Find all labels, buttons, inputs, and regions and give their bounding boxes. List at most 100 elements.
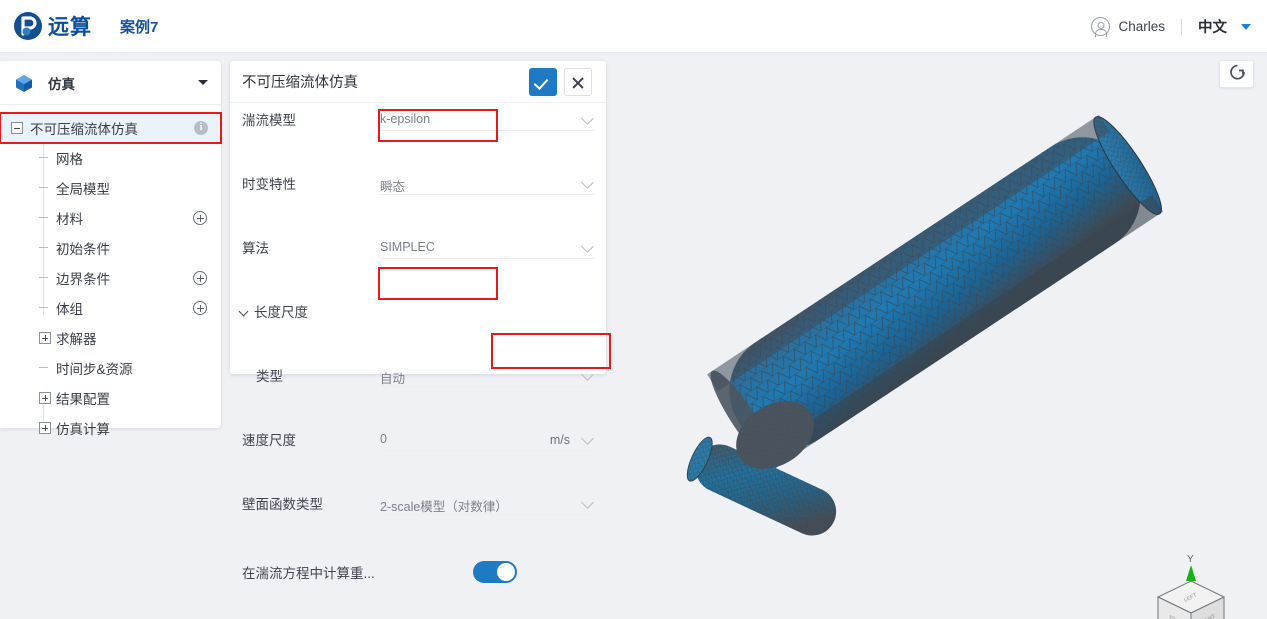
sidebar-item-label: 材料 [56,212,83,227]
field-label: 时变特性 [242,177,296,192]
expand-plus-icon[interactable] [39,332,51,344]
tree-header-label: 仿真 [48,76,75,92]
tree-branch-icon [39,217,48,218]
field-velocity-scale[interactable]: 速度尺度 0 m/s [230,423,606,455]
tree-body: 不可压缩流体仿真 i 网格 全局模型 材料 初始条件 边界条件 体组 求解器 时… [0,105,222,443]
select-control[interactable]: 自动 [380,363,594,387]
field-time-dependency[interactable]: 时变特性 瞬态 [230,167,606,199]
user-name: Charles [1118,19,1165,34]
field-value: SIMPLEC [380,240,435,254]
tree-branch-icon [39,157,48,158]
sidebar-item-material[interactable]: 材料 [0,203,221,233]
chevron-down-icon[interactable] [1241,23,1251,30]
sidebar-item-label: 不可压缩流体仿真 [30,122,138,137]
sidebar-item-result-config[interactable]: 结果配置 [0,383,221,413]
unit-label: m/s [549,433,570,447]
tree-branch-icon [39,367,48,368]
sidebar-item-global-model[interactable]: 全局模型 [0,173,221,203]
plus-circle-icon[interactable] [193,271,207,285]
topbar-right-group: Charles 中文 [1091,0,1251,53]
sidebar-item-label: 网格 [56,152,83,167]
field-turbulence-model[interactable]: 湍流模型 k-epsilon [230,103,606,135]
sidebar-item-label: 边界条件 [56,272,110,287]
panel-title: 不可压缩流体仿真 [242,75,358,91]
chevron-down-icon[interactable] [198,80,208,85]
sidebar-item-simulation-run[interactable]: 仿真计算 [0,413,221,443]
axis-label-y: Y [1187,554,1194,565]
field-label: 速度尺度 [242,433,296,448]
properties-panel: 不可压缩流体仿真 湍流模型 k-epsilon 时变特性 瞬态 算法 SIMPL… [230,61,611,583]
sidebar-item-label: 体组 [56,302,83,317]
sidebar-item-initial-conditions[interactable]: 初始条件 [0,233,221,263]
chevron-down-icon[interactable] [581,368,594,381]
field-value: 瞬态 [380,180,406,194]
tree-branch-icon [39,277,48,278]
tree-branch-icon [39,307,48,308]
project-title: 案例7 [120,18,159,36]
chevron-down-icon[interactable] [581,176,594,189]
field-length-scale-type[interactable]: 类型 自动 [230,359,606,391]
field-label: 算法 [242,241,269,256]
sidebar-item-incompressible-flow[interactable]: 不可压缩流体仿真 i [0,112,222,144]
field-value: k-epsilon [380,112,431,126]
sidebar-item-timestep-resources[interactable]: 时间步&资源 [0,353,221,383]
select-control[interactable]: k-epsilon [380,107,594,131]
collapse-minus-icon[interactable] [11,122,23,134]
group-length-scale[interactable]: 长度尺度 [230,295,606,327]
plus-circle-icon[interactable] [193,211,207,225]
navigation-cube[interactable]: LEFT TOP RIGHT Y X Z [1132,553,1252,619]
logo-text: 远算 [48,16,92,39]
field-label: 类型 [256,369,283,384]
field-gravity-in-turbulence[interactable]: 在湍流方程中计算重... [230,555,606,589]
sidebar-item-solver[interactable]: 求解器 [0,323,221,353]
chevron-down-icon[interactable] [581,496,594,509]
field-label: 在湍流方程中计算重... [242,566,375,581]
yuansuan-logo-icon [13,11,43,41]
simulation-tree-panel: 仿真 不可压缩流体仿真 i 网格 全局模型 材料 初始条件 边界条件 体组 求解… [0,61,222,437]
select-control[interactable]: 瞬态 [380,171,594,195]
close-icon[interactable] [564,68,592,96]
field-value: 2-scale模型（对数律） [380,500,508,514]
cube-icon [14,73,34,93]
plus-circle-icon[interactable] [193,301,207,315]
status-badge: i [194,121,208,135]
select-control[interactable]: SIMPLEC [380,235,594,259]
expand-plus-icon[interactable] [39,392,51,404]
divider [1181,18,1182,35]
sidebar-item-label: 求解器 [56,332,97,347]
user-avatar-icon[interactable] [1091,17,1111,36]
toggle-knob [497,563,515,581]
panel-header: 不可压缩流体仿真 [230,61,606,103]
field-label: 湍流模型 [242,113,296,128]
sidebar-item-label: 全局模型 [56,182,110,197]
chevron-down-icon[interactable] [581,432,594,445]
tree-branch-icon [39,247,48,248]
sidebar-item-boundary-conditions[interactable]: 边界条件 [0,263,221,293]
chevron-down-icon[interactable] [581,240,594,253]
input-control[interactable]: 0 m/s [380,427,594,451]
field-algorithm[interactable]: 算法 SIMPLEC [230,231,606,263]
sidebar-item-label: 时间步&资源 [56,362,133,377]
chevron-down-icon[interactable] [581,112,594,125]
app-logo[interactable]: 远算 [13,11,92,41]
sidebar-item-label: 初始条件 [56,242,110,257]
group-label: 长度尺度 [254,305,308,320]
sidebar-item-label: 仿真计算 [56,422,110,437]
field-wall-function-type[interactable]: 壁面函数类型 2-scale模型（对数律） [230,487,606,519]
field-label: 壁面函数类型 [242,497,323,512]
field-value: 0 [380,432,387,446]
expand-plus-icon[interactable] [39,422,51,434]
sidebar-item-label: 结果配置 [56,392,110,407]
select-control[interactable]: 2-scale模型（对数律） [380,491,594,515]
chevron-down-icon[interactable] [238,306,249,317]
tree-header[interactable]: 仿真 [0,61,221,105]
app-root: LEFT TOP RIGHT Y X Z 远算 案例7 Charles [0,0,1267,619]
top-bar: 远算 案例7 Charles 中文 [0,0,1267,53]
language-selector[interactable]: 中文 [1198,16,1227,37]
sidebar-item-mesh[interactable]: 网格 [0,143,221,173]
reset-view-icon[interactable] [1219,60,1254,88]
toggle-switch[interactable] [473,561,517,583]
tree-branch-icon [39,187,48,188]
check-icon[interactable] [529,68,557,96]
sidebar-item-volume-group[interactable]: 体组 [0,293,221,323]
